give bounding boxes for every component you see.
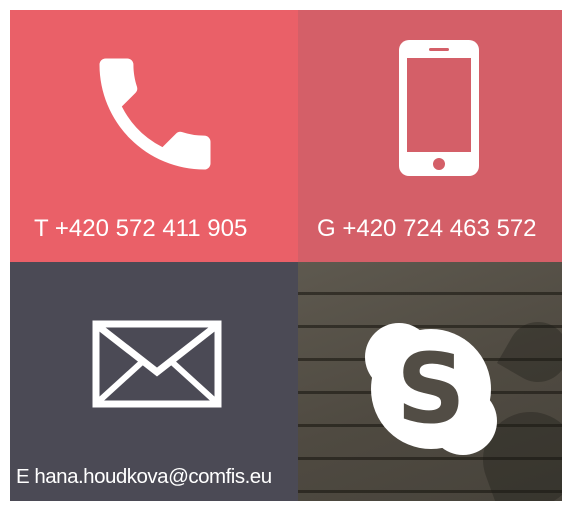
skype-tile[interactable]: S <box>298 262 562 501</box>
leaf-shadow <box>497 311 562 393</box>
svg-text:S: S <box>396 333 465 445</box>
mobile-number: G +420 724 463 572 <box>317 215 537 242</box>
phone-tile[interactable]: T +420 572 411 905 <box>10 10 298 262</box>
phone-number: T +420 572 411 905 <box>34 215 248 242</box>
envelope-icon <box>92 320 222 408</box>
email-address: E hana.houdkova@comfis.eu <box>16 465 272 488</box>
skype-icon: S <box>365 323 497 455</box>
email-tile[interactable]: E hana.houdkova@comfis.eu <box>10 262 298 501</box>
contact-grid: T +420 572 411 905 G +420 724 463 572 E … <box>10 10 562 501</box>
smartphone-icon <box>399 40 479 176</box>
mobile-tile[interactable]: G +420 724 463 572 <box>298 10 562 262</box>
phone-handset-icon <box>99 58 211 170</box>
